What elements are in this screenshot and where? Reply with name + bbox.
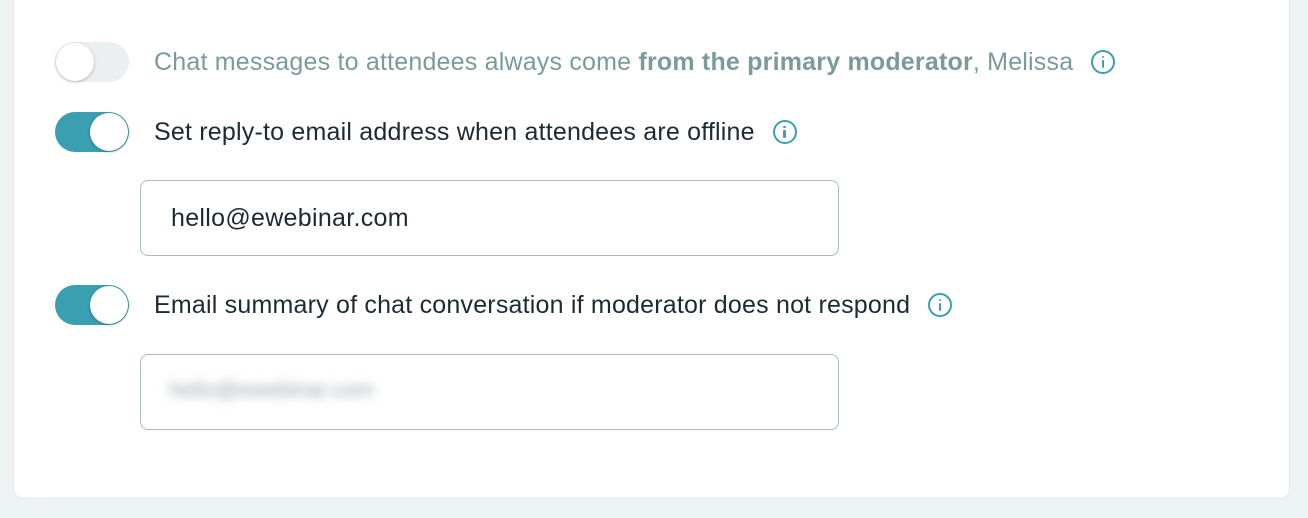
primary-moderator-row: Chat messages to attendees always come f…: [55, 40, 1116, 84]
email-summary-email-value-blurred: hello@ewebinar.com: [169, 377, 374, 402]
primary-moderator-text-bold: from the primary moderator: [638, 47, 973, 76]
info-circle-icon[interactable]: [928, 293, 953, 317]
reply-to-toggle[interactable]: [55, 112, 129, 152]
reply-to-email-field[interactable]: [140, 180, 839, 256]
primary-moderator-text-before: Chat messages to attendees always come: [154, 47, 639, 76]
reply-to-row: Set reply-to email address when attendee…: [55, 110, 797, 154]
email-summary-toggle[interactable]: [55, 285, 129, 325]
toggle-knob: [90, 286, 128, 324]
email-summary-row: Email summary of chat conversation if mo…: [55, 283, 953, 327]
toggle-knob: [56, 43, 94, 81]
email-summary-email-field[interactable]: hello@ewebinar.com: [140, 354, 839, 430]
primary-moderator-label: Chat messages to attendees always come f…: [154, 48, 1073, 77]
reply-to-email-input[interactable]: [141, 181, 838, 255]
primary-moderator-text-after: , Melissa: [972, 47, 1074, 76]
toggle-knob: [90, 113, 128, 151]
info-circle-icon[interactable]: [1091, 50, 1116, 74]
info-circle-icon[interactable]: [772, 120, 797, 144]
primary-moderator-toggle[interactable]: [55, 42, 129, 82]
reply-to-label: Set reply-to email address when attendee…: [154, 117, 755, 146]
email-summary-label: Email summary of chat conversation if mo…: [154, 290, 911, 319]
